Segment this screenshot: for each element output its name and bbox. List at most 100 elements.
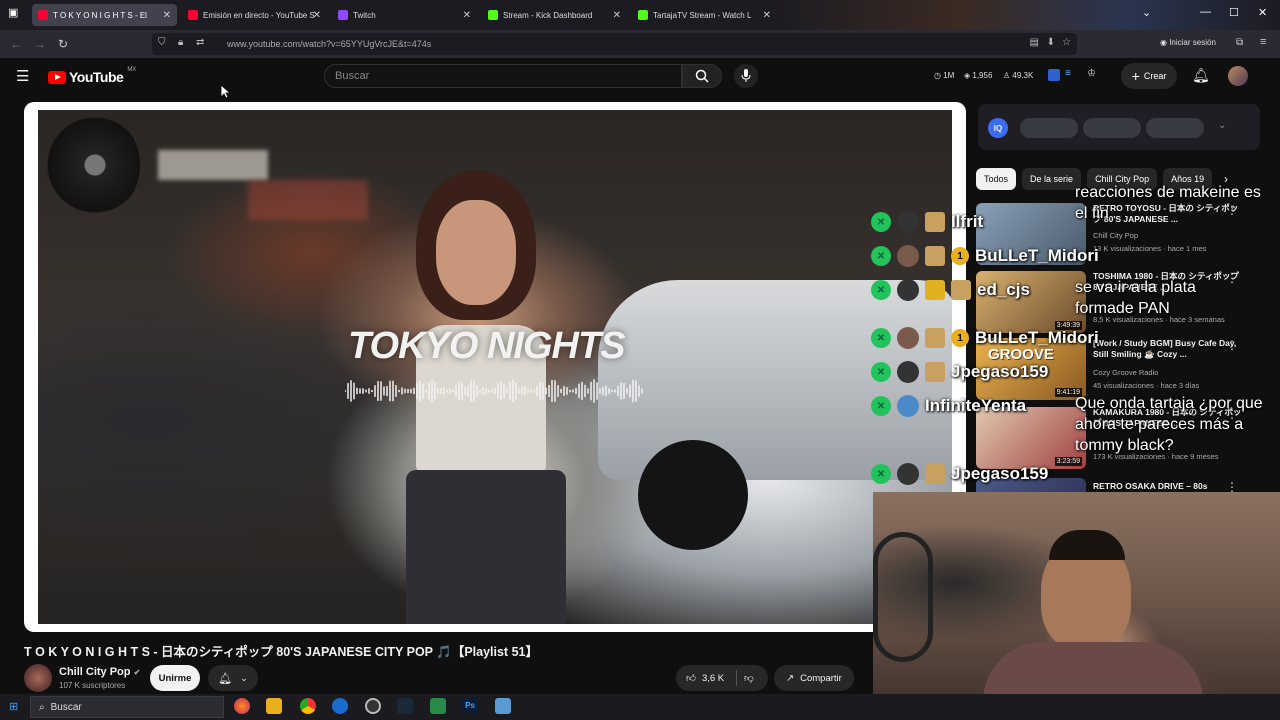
vinyl-record-icon xyxy=(40,110,140,220)
twitch-favicon-icon xyxy=(338,10,348,20)
recommendation-title[interactable]: [Work / Study BGM] Busy Cafe Day, Still … xyxy=(1093,338,1243,360)
like-button[interactable]: 👍︎ 3,6 K 👎︎ xyxy=(676,665,768,691)
playlist-extension-panel: IQ ⌄ xyxy=(978,104,1260,150)
reload-icon[interactable]: ↻ xyxy=(58,37,68,51)
extension-stats-icon[interactable]: ≡ xyxy=(1065,68,1071,79)
back-icon[interactable]: ← xyxy=(10,37,22,51)
more-options-icon[interactable]: ⋮ xyxy=(1226,271,1238,285)
chat-avatar xyxy=(897,361,919,383)
app-icon[interactable] xyxy=(430,698,446,714)
tab-kick-dashboard[interactable]: Stream - Kick Dashboard ✕ xyxy=(482,4,627,26)
verified-icon: ✔ xyxy=(133,668,141,677)
notifications-bell-icon[interactable]: 🔔︎ xyxy=(1192,67,1210,84)
tab-overflow-chevron-icon[interactable]: ⌄ xyxy=(1142,6,1151,19)
address-bar[interactable]: ⛉ 🔒︎ ⇄ www.youtube.com/watch?v=65YYUgVrc… xyxy=(152,33,1077,55)
reader-icon[interactable]: ▤ xyxy=(1030,37,1039,48)
plus-icon: + xyxy=(1131,68,1140,84)
close-tab-icon[interactable]: ✕ xyxy=(463,10,471,21)
sub-badge: 1 xyxy=(951,247,969,265)
chat-badge-icon xyxy=(925,212,945,232)
tab-youtube-studio[interactable]: Emisión en directo - YouTube S ✕ xyxy=(182,4,327,26)
user-avatar[interactable] xyxy=(1228,66,1248,86)
photoshop-icon[interactable]: Ps xyxy=(462,698,478,714)
menu-icon[interactable]: ≡ xyxy=(1260,36,1266,48)
create-button[interactable]: + Crear xyxy=(1121,63,1177,89)
shield-icon[interactable]: ⛉ xyxy=(158,37,166,48)
close-tab-icon[interactable]: ✕ xyxy=(763,10,771,21)
chat-message: Que onda tartaja ¿por que ahora te parec… xyxy=(1075,395,1263,454)
url-text[interactable]: www.youtube.com/watch?v=65YYUgVrcJE&t=47… xyxy=(227,39,431,49)
create-label: Crear xyxy=(1143,71,1167,81)
extension-icon[interactable] xyxy=(1048,69,1060,81)
firefox-icon[interactable] xyxy=(234,698,250,714)
chip-de-la-serie[interactable]: De la serie xyxy=(1022,168,1082,190)
chrome-icon[interactable] xyxy=(300,698,316,714)
app-icon[interactable] xyxy=(495,698,511,714)
tab-kick-watch[interactable]: TartajaTV Stream - Watch L ✕ xyxy=(632,4,777,26)
chevron-down-icon[interactable]: ⌄ xyxy=(1218,120,1226,131)
channel-name[interactable]: Chill City Pop ✔ xyxy=(59,666,140,678)
more-options-icon[interactable]: ⋮ xyxy=(1226,480,1238,492)
youtube-logo[interactable]: YouTube MX xyxy=(48,67,136,85)
voice-search-button[interactable] xyxy=(734,64,758,88)
thumbs-down-icon[interactable]: 👎︎ xyxy=(744,672,754,684)
channel-avatar[interactable] xyxy=(24,664,52,692)
steam-icon[interactable] xyxy=(397,698,413,714)
extension-logo-icon[interactable]: IQ xyxy=(988,118,1008,138)
taskbar-search[interactable]: ⌕ Buscar xyxy=(30,696,224,718)
share-label: Compartir xyxy=(800,672,842,684)
face xyxy=(436,200,516,305)
subscriber-count: 107 K suscriptores xyxy=(59,681,126,690)
tab-youtube-video[interactable]: T O K Y O N I G H T S - El ✕ xyxy=(32,4,177,26)
recommendation-title[interactable]: RETRO OSAKA DRIVE – 80s xyxy=(1093,481,1243,492)
minimize-icon[interactable]: — xyxy=(1200,6,1211,18)
search-button[interactable] xyxy=(682,64,722,88)
bookmark-star-icon[interactable]: ☆ xyxy=(1062,37,1071,48)
chat-message: reacciones de makeine es el fin xyxy=(1075,184,1261,222)
search-input[interactable] xyxy=(335,70,655,82)
chevron-down-icon: ⌄ xyxy=(240,672,248,683)
close-tab-icon[interactable]: ✕ xyxy=(313,10,321,21)
tab-list-icon[interactable]: ▣ xyxy=(8,6,18,19)
more-options-icon[interactable]: ⋮ xyxy=(1226,338,1238,352)
share-button[interactable]: ↗ Compartir xyxy=(774,665,854,691)
hamburger-menu-icon[interactable]: ☰ xyxy=(16,67,29,85)
recommendation-meta: 13 K visualizaciones · hace 1 mes xyxy=(1093,244,1207,253)
chat-badge-icon xyxy=(925,464,945,484)
lock-icon[interactable]: 🔒︎ xyxy=(178,37,183,48)
chat-username: Jpegaso159 xyxy=(951,362,1049,381)
obs-icon[interactable] xyxy=(365,698,381,714)
channel-name-text[interactable]: Chill City Pop xyxy=(59,666,131,678)
bell-icon: 🔔︎ xyxy=(218,672,233,685)
extensions-icon[interactable]: ⧉ xyxy=(1236,37,1243,48)
close-tab-icon[interactable]: ✕ xyxy=(163,10,171,21)
search-box[interactable] xyxy=(324,64,682,88)
chat-row: ✕ Ilfrit xyxy=(871,209,983,235)
save-icon[interactable]: ⬇ xyxy=(1047,37,1055,48)
browser-tab-bar: ▣ T O K Y O N I G H T S - El ✕ Emisión e… xyxy=(0,0,1280,30)
panel-pill[interactable] xyxy=(1146,118,1204,138)
close-window-icon[interactable]: ✕ xyxy=(1258,6,1267,19)
windows-start-icon[interactable]: ⊞ xyxy=(9,700,18,713)
close-tab-icon[interactable]: ✕ xyxy=(613,10,621,21)
headphones xyxy=(873,532,933,662)
panel-pill[interactable] xyxy=(1083,118,1141,138)
recommendation-channel[interactable]: Cozy Groove Radio xyxy=(1093,368,1158,377)
youtube-favicon-icon xyxy=(188,10,198,20)
file-explorer-icon[interactable] xyxy=(266,698,282,714)
chip-todos[interactable]: Todos xyxy=(976,168,1017,190)
maximize-icon[interactable]: ☐ xyxy=(1229,6,1239,19)
chat-username: BuLLeT_Midori xyxy=(975,246,1099,265)
subscription-bell-button[interactable]: 🔔︎ ⌄ xyxy=(208,665,258,691)
tab-twitch[interactable]: Twitch ✕ xyxy=(332,4,477,26)
join-button[interactable]: Unirme xyxy=(150,665,200,691)
signin-button[interactable]: ◉ Iniciar sesión xyxy=(1160,38,1216,47)
forward-icon[interactable]: → xyxy=(34,37,46,51)
trophy-icon[interactable]: ♔ xyxy=(1087,68,1096,79)
streamer-webcam xyxy=(873,492,1280,720)
permissions-icon[interactable]: ⇄ xyxy=(196,37,204,48)
app-icon[interactable] xyxy=(332,698,348,714)
share-icon: ↗ xyxy=(786,672,795,684)
panel-pill[interactable] xyxy=(1020,118,1078,138)
recommendation-channel[interactable]: Chill City Pop xyxy=(1093,231,1138,240)
